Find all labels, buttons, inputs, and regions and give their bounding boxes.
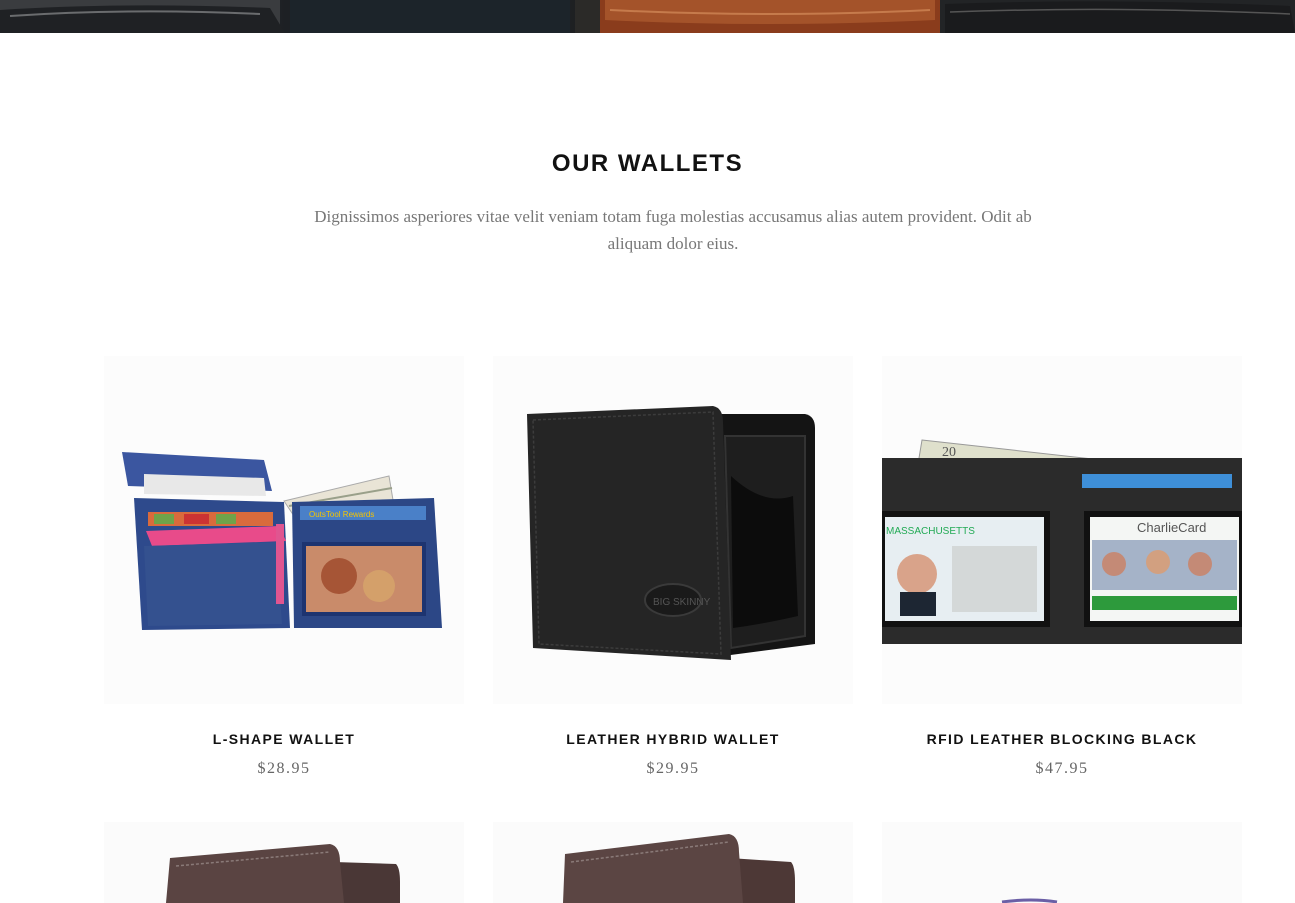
svg-text:OutsTool Rewards: OutsTool Rewards xyxy=(309,510,374,519)
product-image[interactable] xyxy=(882,822,1242,903)
svg-text:CharlieCard: CharlieCard xyxy=(1137,520,1206,535)
product-card[interactable]: BIG SKINNY LEATHER HYBRID WALLET $29.95 xyxy=(493,356,853,778)
product-name[interactable]: RFID LEATHER BLOCKING BLACK xyxy=(882,731,1242,747)
section-description: Dignissimos asperiores vitae velit venia… xyxy=(314,207,1032,253)
product-image[interactable] xyxy=(104,822,464,903)
product-name[interactable]: L-SHAPE WALLET xyxy=(104,731,464,747)
product-image[interactable]: OutsTool Rewards xyxy=(104,356,464,704)
product-name[interactable]: LEATHER HYBRID WALLET xyxy=(493,731,853,747)
hero-image-strip xyxy=(0,0,1295,33)
wallet-image xyxy=(1001,898,1058,903)
product-price: $28.95 xyxy=(257,760,311,777)
section-title: OUR WALLETS xyxy=(551,150,744,177)
product-price: $29.95 xyxy=(646,760,700,777)
brown-wallet-image xyxy=(166,844,400,903)
svg-text:20: 20 xyxy=(942,445,956,460)
svg-text:BIG SKINNY: BIG SKINNY xyxy=(653,597,711,608)
product-image[interactable] xyxy=(493,822,853,903)
product-image[interactable]: BIG SKINNY xyxy=(493,356,853,704)
black-wallet-image: BIG SKINNY xyxy=(527,406,815,660)
navy-wallet-image: OutsTool Rewards xyxy=(122,452,442,630)
hero-wallets-image xyxy=(0,0,1295,33)
brown-wallet-image xyxy=(563,834,795,903)
product-card[interactable]: OutsTool Rewards L-SHAPE WALLET $28.95 xyxy=(104,356,464,778)
product-card[interactable]: 20 50 MASSACHUSETTS CharlieCard RFID LEA… xyxy=(882,356,1242,778)
rfid-wallet-image: 20 50 MASSACHUSETTS CharlieCard xyxy=(882,439,1242,644)
svg-text:MASSACHUSETTS: MASSACHUSETTS xyxy=(886,526,975,537)
product-price: $47.95 xyxy=(1035,760,1089,777)
product-image[interactable]: 20 50 MASSACHUSETTS CharlieCard xyxy=(882,356,1242,704)
